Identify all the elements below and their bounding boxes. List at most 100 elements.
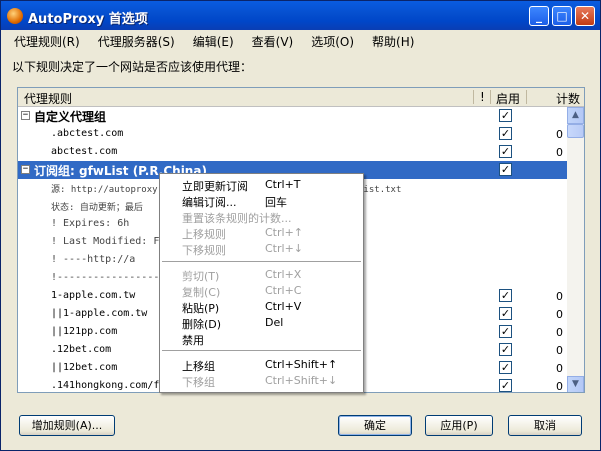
enabled-checkbox[interactable]: ✓ xyxy=(499,361,512,374)
hit-count: 0 xyxy=(556,326,563,339)
menu-item-update-now[interactable]: 立即更新订阅 Ctrl+T xyxy=(161,177,362,193)
tree-row[interactable]: .abctest.com ✓ 0 xyxy=(18,125,567,143)
menu-item-cut: 剪切(T) Ctrl+X xyxy=(161,267,362,283)
menu-item-shortcut: Del xyxy=(265,316,284,329)
row-text: .141hongkong.com/f xyxy=(51,380,160,391)
menu-item-paste[interactable]: 粘贴(P) Ctrl+V xyxy=(161,299,362,315)
scroll-thumb[interactable] xyxy=(567,124,584,138)
menu-item-shortcut: Ctrl+C xyxy=(265,284,302,297)
column-count[interactable]: 计数 xyxy=(556,90,580,107)
menu-item-label: 上移组 xyxy=(182,360,215,373)
menu-item-label: 复制(C) xyxy=(182,286,221,299)
menu-edit[interactable]: 编辑(E) xyxy=(184,31,243,49)
menu-separator xyxy=(162,350,361,351)
context-menu: 立即更新订阅 Ctrl+T 编辑订阅... 回车 重置该条规则的计数... 上移… xyxy=(159,173,364,393)
tree-row[interactable]: abctest.com ✓ 0 xyxy=(18,143,567,161)
add-rule-button[interactable]: 增加规则(A)... xyxy=(19,415,115,436)
menu-item-move-rule-up: 上移规则 Ctrl+↑ xyxy=(161,225,362,241)
menu-separator xyxy=(162,261,361,262)
firefox-icon xyxy=(7,8,23,24)
apply-button[interactable]: 应用(P) xyxy=(425,415,493,436)
menu-item-label: 下移规则 xyxy=(182,244,226,257)
row-text: abctest.com xyxy=(51,146,118,157)
menu-item-label: 粘贴(P) xyxy=(182,302,220,315)
menu-proxy-servers[interactable]: 代理服务器(S) xyxy=(89,31,184,49)
scroll-up-button[interactable]: ▲ xyxy=(567,107,584,124)
menu-item-move-rule-down: 下移规则 Ctrl+↓ xyxy=(161,241,362,257)
enabled-checkbox[interactable]: ✓ xyxy=(499,163,512,176)
minimize-button[interactable]: _ xyxy=(529,6,549,26)
enabled-checkbox[interactable]: ✓ xyxy=(499,307,512,320)
menu-item-label: 禁用 xyxy=(182,334,204,347)
ok-button[interactable]: 确定 xyxy=(338,415,412,436)
title-bar[interactable]: AutoProxy 首选项 _ □ ✕ xyxy=(1,1,600,30)
hit-count: 0 xyxy=(556,146,563,159)
description-text: 以下规则决定了一个网站是否应该使用代理： xyxy=(12,60,253,74)
menu-help[interactable]: 帮助(H) xyxy=(363,31,423,49)
row-text: .abctest.com xyxy=(51,128,124,139)
row-text: 1-apple.com.tw xyxy=(51,290,136,301)
hit-count: 0 xyxy=(556,308,563,321)
row-text: ||121pp.com xyxy=(51,326,118,337)
menu-item-shortcut: Ctrl+V xyxy=(265,300,302,313)
row-text: !------------------ xyxy=(51,272,166,283)
enabled-checkbox[interactable]: ✓ xyxy=(499,145,512,158)
enabled-checkbox[interactable]: ✓ xyxy=(499,289,512,302)
menu-item-label: 删除(D) xyxy=(182,318,222,331)
vertical-scrollbar[interactable]: ▲ ▼ xyxy=(567,107,584,392)
menu-item-label: 重置该条规则的计数... xyxy=(182,212,292,225)
tree-row-group-custom[interactable]: − 自定义代理组 ✓ xyxy=(18,107,567,125)
enabled-checkbox[interactable]: ✓ xyxy=(499,109,512,122)
row-text: ! Last Modified: F xyxy=(51,236,160,247)
scroll-down-button[interactable]: ▼ xyxy=(567,376,584,392)
column-separator[interactable] xyxy=(473,90,474,104)
row-text: 状态: 自动更新；最后 xyxy=(51,203,143,213)
hit-count: 0 xyxy=(556,380,563,393)
menu-item-shortcut: Ctrl+X xyxy=(265,268,302,281)
collapse-icon[interactable]: − xyxy=(21,111,30,120)
column-separator[interactable] xyxy=(526,90,527,104)
enabled-checkbox[interactable]: ✓ xyxy=(499,127,512,140)
enabled-checkbox[interactable]: ✓ xyxy=(499,379,512,392)
menu-view[interactable]: 查看(V) xyxy=(243,31,303,49)
menu-item-label: 立即更新订阅 xyxy=(182,180,248,193)
menu-rules[interactable]: 代理规则(R) xyxy=(5,31,89,49)
menu-item-move-group-up[interactable]: 上移组 Ctrl+Shift+↑ xyxy=(161,357,362,373)
menu-item-reset-counts: 重置该条规则的计数... xyxy=(161,209,362,225)
column-enabled[interactable]: 启用 xyxy=(496,90,520,107)
menu-options[interactable]: 选项(O) xyxy=(302,31,363,49)
menu-bar: 代理规则(R) 代理服务器(S) 编辑(E) 查看(V) 选项(O) 帮助(H) xyxy=(5,31,423,49)
menu-item-shortcut: Ctrl+Shift+↑ xyxy=(265,358,338,371)
cancel-button[interactable]: 取消 xyxy=(508,415,582,436)
maximize-button[interactable]: □ xyxy=(552,6,572,26)
menu-item-disable[interactable]: 禁用 xyxy=(161,331,362,347)
menu-item-shortcut: Ctrl+↓ xyxy=(265,242,304,255)
preferences-window: AutoProxy 首选项 _ □ ✕ 代理规则(R) 代理服务器(S) 编辑(… xyxy=(0,0,601,451)
menu-item-delete[interactable]: 删除(D) Del xyxy=(161,315,362,331)
menu-item-label: 下移组 xyxy=(182,376,215,389)
collapse-icon[interactable]: − xyxy=(21,165,30,174)
menu-item-edit-subscription[interactable]: 编辑订阅... 回车 xyxy=(161,193,362,209)
menu-item-move-group-down: 下移组 Ctrl+Shift+↓ xyxy=(161,373,362,389)
row-text: 自定义代理组 xyxy=(34,110,107,124)
hit-count: 0 xyxy=(556,290,563,303)
row-text: ! ----http://a xyxy=(51,254,136,265)
menu-item-shortcut: Ctrl+↑ xyxy=(265,226,304,239)
hit-count: 0 xyxy=(556,128,563,141)
column-bang[interactable]: ! xyxy=(480,90,485,104)
row-text: .12bet.com xyxy=(51,344,112,355)
column-rule[interactable]: 代理规则 xyxy=(24,90,72,107)
enabled-checkbox[interactable]: ✓ xyxy=(499,325,512,338)
menu-item-label: 编辑订阅... xyxy=(182,196,237,209)
hit-count: 0 xyxy=(556,362,563,375)
menu-item-copy: 复制(C) Ctrl+C xyxy=(161,283,362,299)
menu-item-label: 剪切(T) xyxy=(182,270,220,283)
window-title: AutoProxy 首选项 xyxy=(28,12,148,27)
column-separator[interactable] xyxy=(490,90,491,104)
menu-item-shortcut: 回车 xyxy=(265,196,287,209)
column-header: 代理规则 ! 启用 计数 xyxy=(18,88,584,107)
close-button[interactable]: ✕ xyxy=(575,6,595,26)
row-text: ||12bet.com xyxy=(51,362,118,373)
enabled-checkbox[interactable]: ✓ xyxy=(499,343,512,356)
hit-count: 0 xyxy=(556,344,563,357)
